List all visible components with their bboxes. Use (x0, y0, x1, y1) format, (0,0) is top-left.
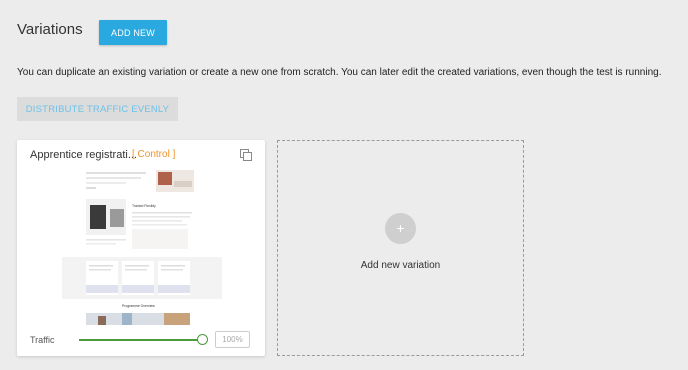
control-badge: [ Control ] (132, 149, 176, 160)
page-title: Variations (17, 21, 83, 38)
add-new-variation-card[interactable]: + Add new variation (277, 140, 524, 356)
duplicate-icon[interactable] (240, 148, 252, 161)
traffic-slider-thumb[interactable] (197, 334, 208, 345)
traffic-slider-track (79, 339, 203, 341)
description-text: You can duplicate an existing variation … (17, 67, 662, 78)
variation-title: Apprentice registrati... (30, 149, 137, 161)
traffic-percent-input[interactable]: 100% (215, 331, 250, 348)
distribute-traffic-button[interactable]: DISTRIBUTE TRAFFIC EVENLY (17, 97, 178, 121)
add-new-button[interactable]: ADD NEW (99, 20, 167, 45)
plus-icon: + (385, 213, 416, 244)
preview-overview-heading: Programme Overview (122, 304, 155, 308)
variation-preview-thumbnail[interactable]: Trained Flexibly Programme Overview (62, 167, 222, 325)
traffic-slider[interactable] (79, 333, 208, 347)
preview-section-heading: Trained Flexibly (132, 204, 156, 208)
add-new-variation-label: Add new variation (360, 260, 441, 271)
traffic-label: Traffic (30, 335, 55, 345)
variation-card[interactable]: Apprentice registrati... [ Control ] Tra… (17, 140, 265, 356)
